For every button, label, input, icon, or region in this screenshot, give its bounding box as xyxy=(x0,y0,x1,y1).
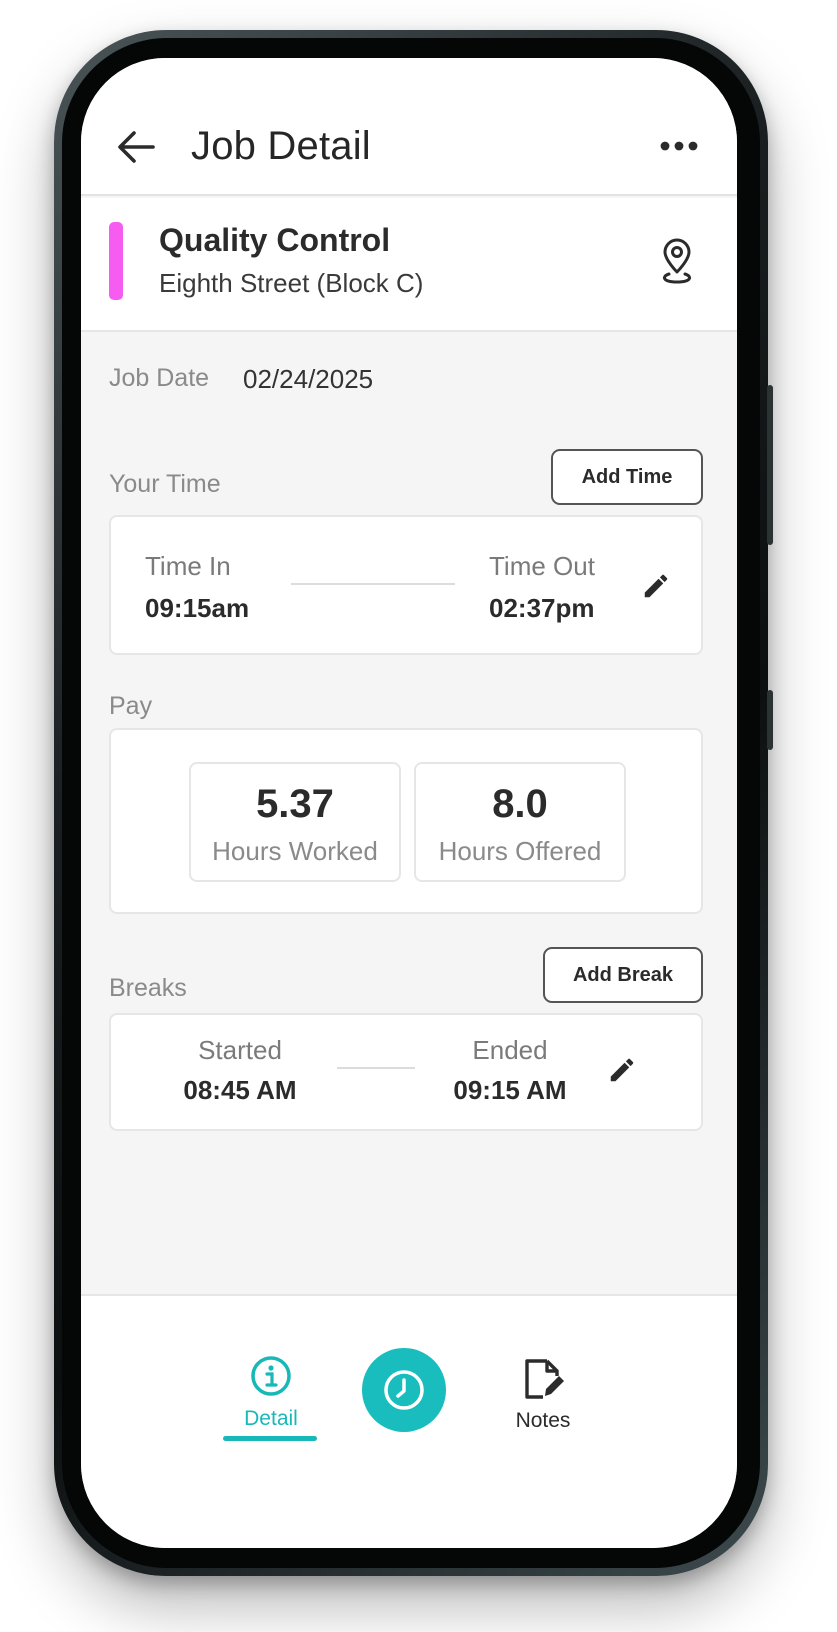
job-date-label: Job Date xyxy=(109,364,210,392)
job-title: Quality Control xyxy=(159,222,391,258)
pay-card: 5.37 Hours Worked 8.0 Hours Offered xyxy=(109,728,703,914)
break-ended-label: Ended xyxy=(472,1035,548,1065)
time-out-value: 02:37pm xyxy=(489,593,595,623)
hours-offered-box: 8.0 Hours Offered xyxy=(414,762,626,882)
tab-notes[interactable]: Notes xyxy=(493,1358,593,1433)
pay-label: Pay xyxy=(109,692,153,720)
hours-worked-label: Hours Worked xyxy=(212,836,378,866)
more-horizontal-icon[interactable] xyxy=(659,138,699,154)
app-header: Job Detail xyxy=(81,58,737,196)
map-pin-icon[interactable] xyxy=(657,238,697,286)
bottom-navigation: Detail Notes xyxy=(81,1294,737,1548)
break-divider xyxy=(337,1067,415,1069)
app-screen: Job Detail Quality Control Eighth Street… xyxy=(81,58,737,1548)
break-ended-value: 09:15 AM xyxy=(453,1075,567,1105)
time-divider xyxy=(291,583,455,585)
hours-offered-value: 8.0 xyxy=(492,782,548,826)
active-tab-indicator xyxy=(223,1436,317,1441)
arrow-left-icon[interactable] xyxy=(117,130,155,164)
tab-notes-label: Notes xyxy=(515,1409,571,1432)
page-title: Job Detail xyxy=(191,124,371,168)
hours-offered-label: Hours Offered xyxy=(438,836,602,866)
clock-icon xyxy=(384,1370,424,1410)
break-started-label: Started xyxy=(198,1035,282,1065)
time-out-label: Time Out xyxy=(489,551,595,581)
clock-button[interactable] xyxy=(362,1348,446,1432)
time-in-value: 09:15am xyxy=(145,593,250,623)
job-summary-card: Quality Control Eighth Street (Block C) xyxy=(81,198,737,332)
job-location: Eighth Street (Block C) xyxy=(159,268,424,298)
your-time-label: Your Time xyxy=(109,470,221,498)
phone-side-button xyxy=(767,385,773,545)
add-break-button[interactable]: Add Break xyxy=(543,947,703,1003)
pencil-icon[interactable] xyxy=(607,1055,637,1085)
time-entry-card: Time In 09:15am Time Out 02:37pm xyxy=(109,515,703,655)
tab-detail[interactable]: Detail xyxy=(221,1354,321,1431)
hours-worked-box: 5.37 Hours Worked xyxy=(189,762,401,882)
time-in-label: Time In xyxy=(145,551,231,581)
breaks-label: Breaks xyxy=(109,974,187,1002)
break-entry-card: Started 08:45 AM Ended 09:15 AM xyxy=(109,1013,703,1131)
add-time-button[interactable]: Add Time xyxy=(551,449,703,505)
edit-note-icon xyxy=(525,1359,564,1399)
job-color-indicator xyxy=(109,222,123,300)
job-date-value: 02/24/2025 xyxy=(243,364,374,394)
info-icon xyxy=(251,1356,291,1396)
hours-worked-value: 5.37 xyxy=(256,782,334,826)
pencil-icon[interactable] xyxy=(641,571,671,601)
tab-detail-label: Detail xyxy=(244,1407,298,1430)
break-started-value: 08:45 AM xyxy=(183,1075,297,1105)
phone-side-button xyxy=(767,690,773,750)
